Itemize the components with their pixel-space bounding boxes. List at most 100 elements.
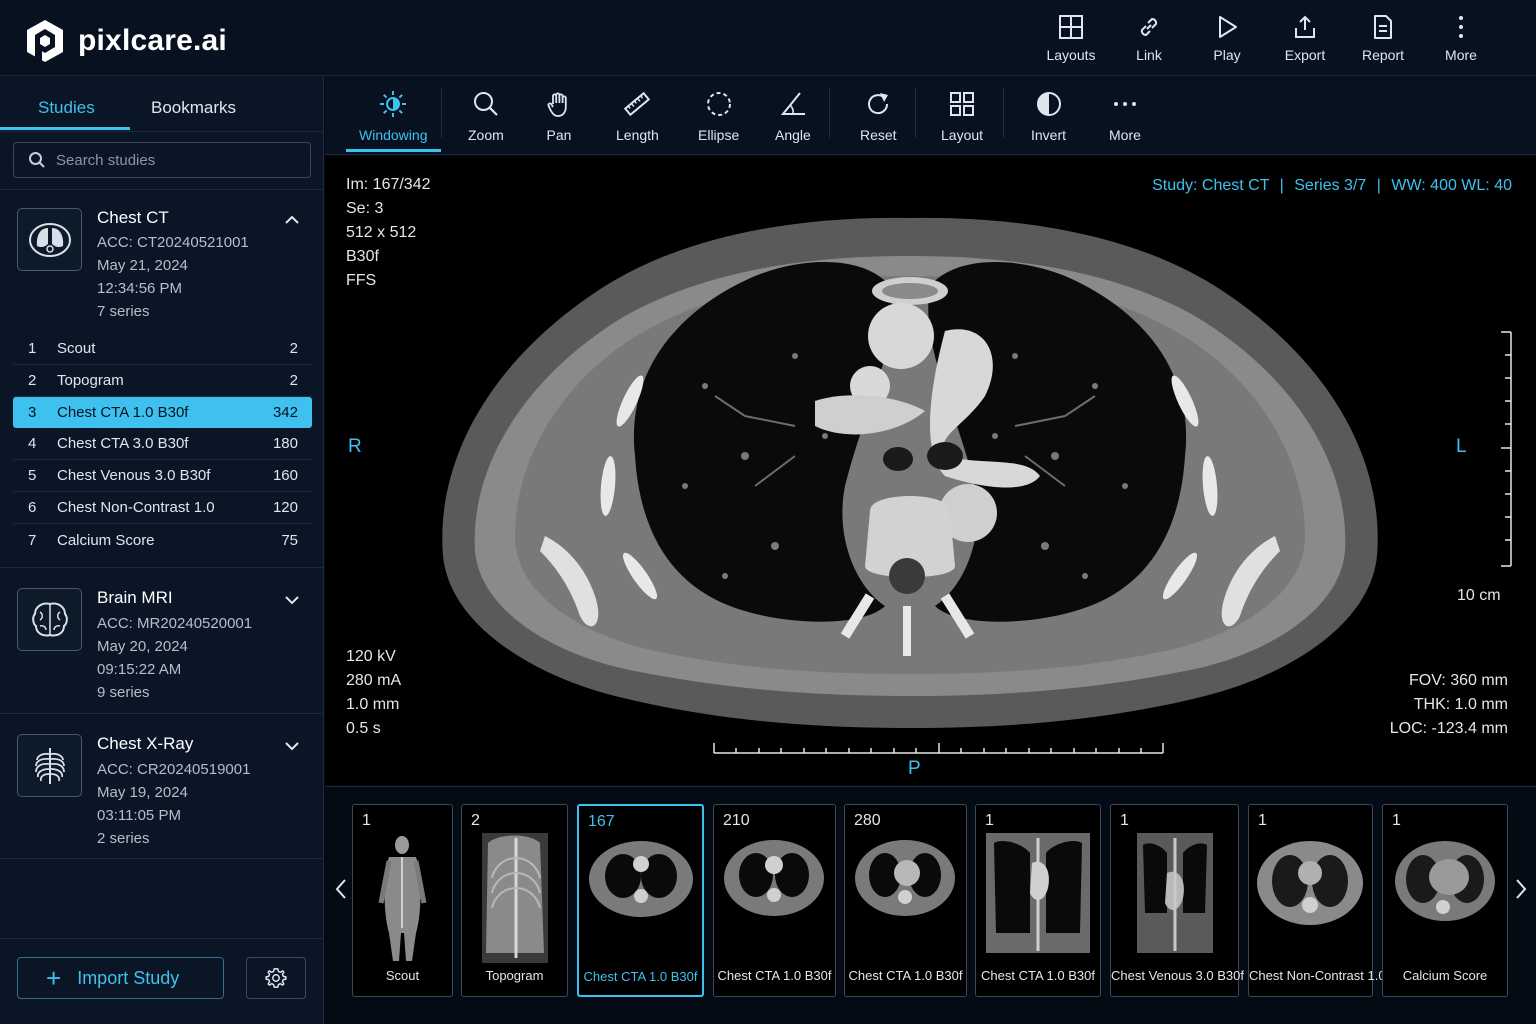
tool-label: Reset	[860, 127, 897, 143]
series-name: Scout	[57, 340, 96, 357]
thumbnail-index: 167	[588, 813, 615, 830]
zoom-icon	[473, 92, 498, 116]
study-time: 12:34:56 PM	[97, 280, 183, 297]
sidebar: Studies Bookmarks Chest CT ACC: CT202405…	[0, 76, 324, 1024]
search-box[interactable]	[13, 142, 311, 178]
axial-thumbnail-image	[855, 840, 955, 916]
series-row[interactable]: 5 Chest Venous 3.0 B30f 160	[13, 460, 312, 492]
chevron-up-icon[interactable]	[282, 210, 302, 230]
chevron-right-icon[interactable]	[1513, 877, 1529, 901]
tool-invert[interactable]: Invert	[1031, 90, 1066, 143]
series-name: Chest CTA 3.0 B30f	[57, 435, 189, 452]
series-row[interactable]: 4 Chest CTA 3.0 B30f 180	[13, 428, 312, 460]
overlay-bottom-right: FOV: 360 mm THK: 1.0 mm LOC: -123.4 mm	[1390, 669, 1508, 741]
study-thumbnail	[17, 588, 82, 651]
more-button[interactable]: More	[1422, 14, 1500, 63]
active-tab-indicator	[0, 127, 130, 130]
coronal-thumbnail-image	[986, 833, 1090, 953]
import-study-label: Import Study	[77, 967, 180, 988]
series-row-selected[interactable]: 3 Chest CTA 1.0 B30f 342	[13, 397, 312, 428]
series-list: 1 Scout 2 2 Topogram 2 3 Chest CTA 1.0 B30f 34…	[13, 333, 312, 556]
filmstrip: 1 Scout 2 Topogram 167 Chest CTA 1.0 B30…	[325, 786, 1536, 1024]
study-meta: ACC: CR20240519001 May 19, 2024 03:11:05…	[97, 758, 250, 850]
series-row[interactable]: 1 Scout 2	[13, 333, 312, 365]
series-number: 6	[28, 499, 37, 516]
more-label: More	[1445, 47, 1477, 63]
search-input[interactable]	[56, 151, 296, 169]
thumbnail-chest-venous-coronal[interactable]: 1 Chest Venous 3.0 B30f	[1110, 804, 1244, 997]
study-time: 09:15:22 AM	[97, 661, 182, 678]
divider	[0, 858, 324, 859]
thumbnail-chest-non-contrast[interactable]: 1 Chest Non-Contrast 1.0	[1248, 804, 1386, 997]
play-button[interactable]: Play	[1188, 14, 1266, 63]
series-image-count: 180	[272, 435, 298, 452]
series-name: Chest Venous 3.0 B30f	[57, 467, 211, 484]
tool-label: Ellipse	[698, 127, 740, 143]
tool-zoom[interactable]: Zoom	[468, 90, 504, 143]
series-number: 2	[28, 372, 37, 389]
tool-label: Length	[616, 127, 659, 143]
study-series-count: 7 series	[97, 303, 150, 320]
study-thumbnail	[17, 208, 82, 271]
tool-pan[interactable]: Pan	[545, 90, 573, 143]
tool-reset[interactable]: Reset	[860, 90, 897, 143]
thumbnail-label: Calcium Score	[1402, 968, 1488, 983]
image-viewport[interactable]: Im: 167/342 Se: 3 512 x 512 B30f FFS Stu…	[325, 156, 1536, 785]
thumbnail-topogram[interactable]: 2 Topogram	[461, 804, 568, 997]
link-button[interactable]: Link	[1110, 14, 1188, 63]
thumbnail-index: 1	[1120, 812, 1129, 829]
study-title: Chest CT	[97, 208, 169, 227]
study-card-chest-ct[interactable]: Chest CT ACC: CT20240521001 May 21, 2024…	[0, 189, 324, 332]
tool-length[interactable]: Length	[616, 90, 659, 143]
divider	[0, 938, 324, 939]
thumbnail-chest-cta-280[interactable]: 280 Chest CTA 1.0 B30f	[844, 804, 967, 997]
chevron-down-icon[interactable]	[282, 736, 302, 756]
layouts-button[interactable]: Layouts	[1032, 14, 1110, 63]
patient-position: FFS	[346, 272, 377, 289]
thumbnail-label: Chest CTA 1.0 B30f	[583, 969, 698, 984]
study-card-chest-xray[interactable]: Chest X-Ray ACC: CR20240519001 May 19, 2…	[0, 713, 324, 859]
thumbnail-chest-cta-coronal[interactable]: 1 Chest CTA 1.0 B30f	[975, 804, 1101, 997]
report-button[interactable]: Report	[1344, 14, 1422, 63]
tool-ellipse[interactable]: Ellipse	[698, 90, 739, 143]
coronal-thumbnail-image	[1137, 833, 1213, 953]
study-acc: ACC: CR20240519001	[97, 761, 251, 778]
import-study-button[interactable]: + Import Study	[17, 957, 224, 999]
ellipse-icon	[706, 92, 731, 116]
series-image-count: 2	[289, 340, 298, 357]
tool-layout[interactable]: Layout	[941, 90, 983, 143]
series-name: Topogram	[57, 372, 124, 389]
settings-button[interactable]	[246, 957, 306, 999]
chevron-left-icon[interactable]	[333, 877, 349, 901]
tool-more[interactable]: More	[1109, 90, 1141, 143]
tube-current: 280 mA	[346, 672, 402, 689]
series-name: Chest Non-Contrast 1.0	[57, 499, 215, 516]
chevron-down-icon[interactable]	[282, 590, 302, 610]
tool-angle[interactable]: Angle	[775, 90, 811, 143]
export-button[interactable]: Export	[1266, 14, 1344, 63]
overlay-bottom-left: 120 kV 280 mA 1.0 mm 0.5 s	[346, 645, 401, 741]
thumbnail-label: Chest CTA 1.0 B30f	[848, 968, 963, 983]
series-number: 1	[28, 340, 37, 357]
thumbnail-chest-cta-210[interactable]: 210 Chest CTA 1.0 B30f	[713, 804, 836, 997]
top-bar: pixlcare.ai Layouts Link Play Export Rep…	[0, 0, 1536, 76]
tool-windowing[interactable]: Windowing	[359, 90, 427, 143]
thumbnail-index: 1	[985, 812, 994, 829]
thumbnail-calcium-score[interactable]: 1 Calcium Score	[1382, 804, 1508, 997]
study-card-brain-mri[interactable]: Brain MRI ACC: MR20240520001 May 20, 202…	[0, 567, 324, 713]
hand-icon	[547, 92, 567, 117]
thumbnail-scout[interactable]: 1 Scout	[352, 804, 453, 997]
series-number: 4	[28, 435, 37, 452]
study-acc: ACC: CT20240521001	[97, 234, 249, 251]
thumbnail-index: 1	[1258, 812, 1267, 829]
study-acc: ACC: MR20240520001	[97, 615, 253, 632]
series-image-count: 160	[272, 467, 298, 484]
thumbnail-chest-cta-167[interactable]: 167 Chest CTA 1.0 B30f	[577, 804, 704, 997]
series-row[interactable]: 2 Topogram 2	[13, 365, 312, 397]
tab-bookmarks[interactable]: Bookmarks	[151, 98, 236, 118]
tab-studies[interactable]: Studies	[38, 98, 95, 118]
app-logo[interactable]: pixlcare.ai	[24, 18, 227, 64]
study-meta: ACC: MR20240520001 May 20, 2024 09:15:22…	[97, 612, 252, 704]
series-row[interactable]: 7 Calcium Score 75	[13, 524, 312, 556]
series-row[interactable]: 6 Chest Non-Contrast 1.0 120	[13, 492, 312, 524]
